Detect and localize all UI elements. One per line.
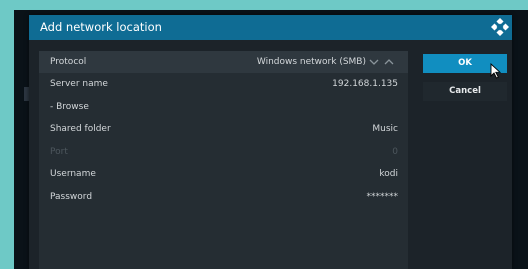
settings-list: Protocol Windows network (SMB) Server na… (39, 51, 408, 269)
username-row[interactable]: Username kodi (39, 163, 408, 185)
browse-label: - Browse (50, 102, 89, 112)
server-name-value: 192.168.1.135 (332, 79, 398, 89)
chevron-down-icon[interactable] (368, 51, 380, 73)
username-label: Username (50, 169, 96, 179)
password-row[interactable]: Password ******* (39, 186, 408, 208)
dialog-title: Add network location (40, 20, 162, 34)
shared-folder-label: Shared folder (50, 124, 111, 134)
dialog-titlebar: Add network location (29, 15, 512, 40)
password-label: Password (50, 192, 93, 202)
mouse-pointer-icon (490, 63, 502, 79)
browse-row[interactable]: - Browse (39, 96, 408, 118)
server-name-row[interactable]: Server name 192.168.1.135 (39, 73, 408, 95)
password-value: ******* (366, 192, 399, 202)
port-value: 0 (392, 147, 398, 157)
protocol-label: Protocol (50, 57, 87, 67)
port-label: Port (50, 147, 68, 157)
shared-folder-value: Music (372, 124, 398, 134)
protocol-row[interactable]: Protocol Windows network (SMB) (39, 51, 408, 73)
chevron-up-icon[interactable] (383, 51, 395, 73)
username-value: kodi (379, 169, 398, 179)
add-network-location-dialog: Add network location Protocol Windows ne… (29, 15, 512, 269)
protocol-value: Windows network (SMB) (256, 57, 366, 67)
shared-folder-row[interactable]: Shared folder Music (39, 118, 408, 140)
port-row: Port 0 (39, 141, 408, 163)
cancel-button[interactable]: Cancel (423, 82, 507, 101)
kodi-logo-icon (491, 18, 509, 36)
server-name-label: Server name (50, 79, 108, 89)
